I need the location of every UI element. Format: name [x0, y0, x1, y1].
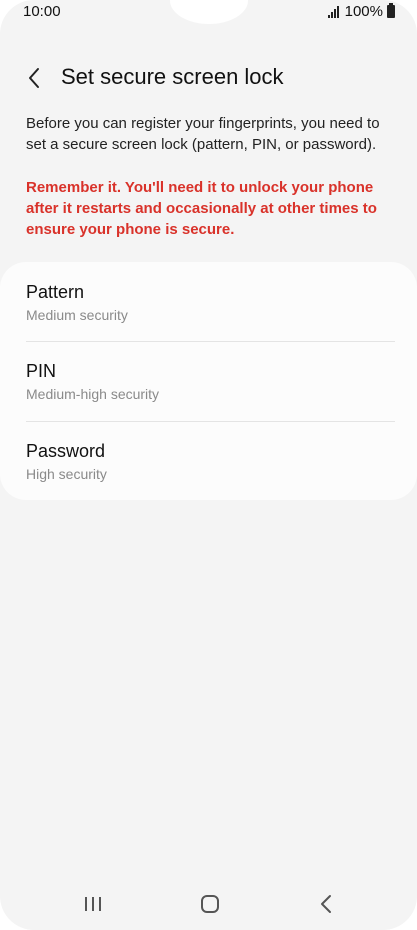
home-icon	[201, 895, 219, 913]
option-subtitle: Medium-high security	[26, 386, 160, 402]
chevron-left-icon	[29, 68, 39, 88]
option-subtitle: Medium security	[26, 307, 128, 323]
option-title: PIN	[26, 361, 57, 381]
lock-options-card: Pattern Medium security PIN Medium-high …	[0, 262, 417, 500]
status-bar: 10:00 100%	[0, 0, 417, 26]
option-subtitle: High security	[26, 466, 107, 482]
navigation-bar	[0, 880, 417, 928]
page-title: Set secure screen lock	[61, 64, 284, 89]
nav-back-button[interactable]	[306, 890, 346, 918]
warning-text: Remember it. You'll need it to unlock yo…	[26, 179, 377, 238]
back-icon	[321, 895, 331, 913]
phone-screen: 10:00 100% Set secure screen lock Before…	[0, 0, 417, 930]
option-title: Password	[26, 441, 106, 461]
option-pattern[interactable]: Pattern Medium security	[0, 262, 417, 341]
battery-icon	[387, 3, 395, 18]
battery-percentage: 100%	[344, 3, 383, 20]
app-header: Set secure screen lock	[0, 58, 417, 98]
home-button[interactable]	[190, 890, 230, 918]
back-button[interactable]	[18, 62, 50, 94]
status-indicators: 100%	[327, 3, 395, 20]
option-title: Pattern	[26, 282, 85, 302]
recents-button[interactable]	[73, 890, 113, 918]
recents-icon	[85, 897, 101, 911]
status-time: 10:00	[23, 3, 61, 20]
option-password[interactable]: Password High security	[0, 422, 417, 501]
signal-icon	[327, 5, 339, 18]
description-text: Before you can register your fingerprint…	[26, 115, 380, 153]
option-pin[interactable]: PIN Medium-high security	[0, 342, 417, 421]
